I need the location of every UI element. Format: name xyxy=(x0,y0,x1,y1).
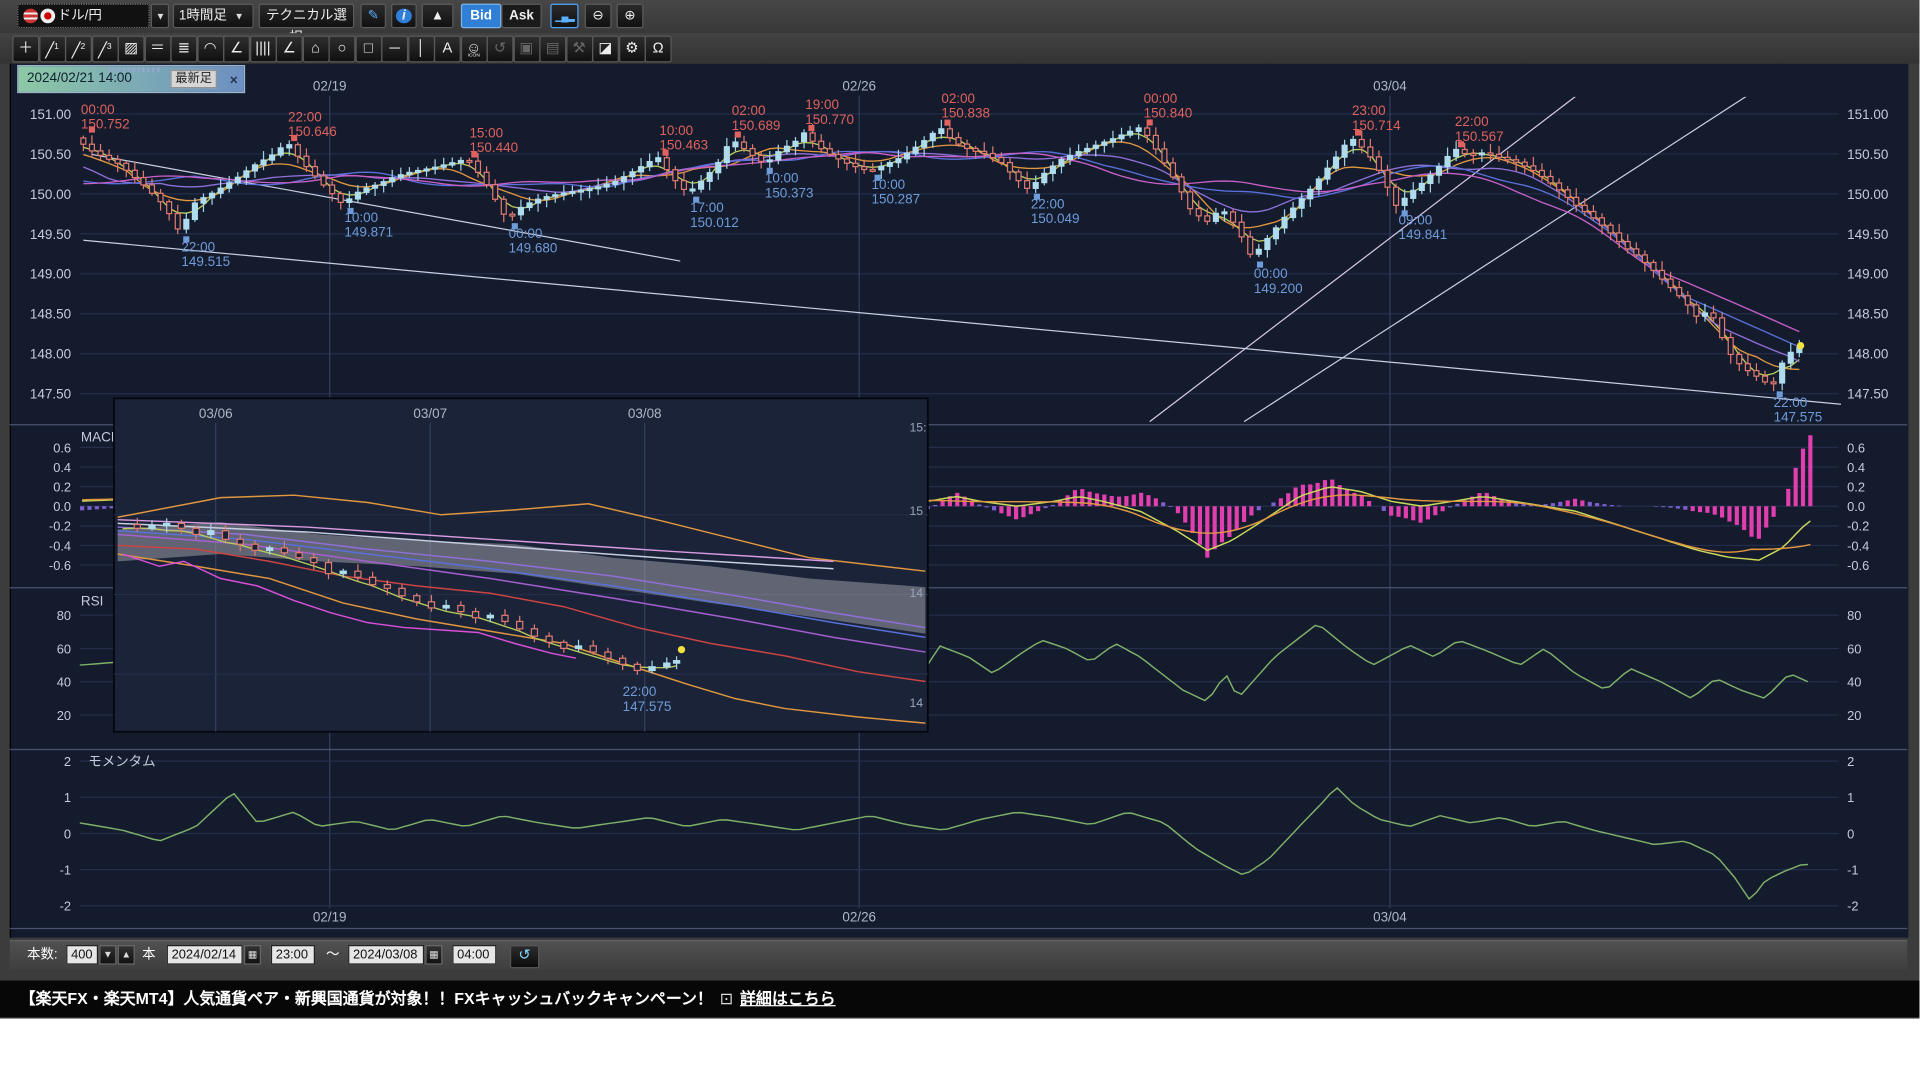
campaign-text: 【楽天FX・楽天MT4】人気通貨ペア・新興国通貨が対象！！FXキャッシュバックキ… xyxy=(20,989,713,1007)
tool-crosshair[interactable]: ＋ xyxy=(12,36,39,63)
tool-history[interactable]: ↺ xyxy=(487,36,514,63)
tool-horizontal-line[interactable]: ─ xyxy=(381,36,408,63)
tool-vertical-line[interactable]: │ xyxy=(408,36,435,63)
chevron-down-icon: ▼ xyxy=(152,11,169,22)
bid-label: Bid xyxy=(470,9,492,24)
date-from-field[interactable]: 2024/02/14 xyxy=(167,945,243,965)
currency-pair-selector[interactable]: ドル/円 xyxy=(17,4,149,29)
calendar-icon: ▦ xyxy=(429,949,438,960)
zoom-out-icon: ⊖ xyxy=(592,9,603,24)
ask-label: Ask xyxy=(509,9,534,24)
tool-multi-h-lines[interactable]: ≣ xyxy=(170,36,197,63)
calendar-from-button[interactable]: ▦ xyxy=(244,945,261,965)
tool-trendline-2[interactable]: ╱2 xyxy=(65,36,92,63)
bid-toggle-button[interactable]: Bid xyxy=(461,4,501,29)
campaign-detail-link[interactable]: 詳細はこちら xyxy=(740,989,836,1007)
zoom-in-icon: ⊕ xyxy=(624,9,635,24)
jp-flag-icon xyxy=(40,9,55,24)
pair-dropdown-button[interactable]: ▼ xyxy=(151,4,169,29)
tool-rectangle[interactable]: □ xyxy=(355,36,382,63)
external-window-icon: ⊡ xyxy=(717,989,735,1007)
chevron-down-icon: ▼ xyxy=(231,11,248,22)
date-to-field[interactable]: 2024/03/08 xyxy=(348,945,424,965)
info-icon: i xyxy=(396,9,412,24)
ask-toggle-button[interactable]: Ask xyxy=(501,4,541,29)
tool-parallel-lines[interactable]: ＝ xyxy=(144,36,171,63)
tool-trendline-3[interactable]: ╱3 xyxy=(91,36,118,63)
tool-text[interactable]: A xyxy=(434,36,461,63)
unit-label: 本 xyxy=(142,945,155,965)
tool-vertical-grid[interactable]: |||| xyxy=(249,36,276,63)
time-to-field[interactable]: 04:00 xyxy=(452,945,496,965)
tool-object-list[interactable]: ⚙ xyxy=(618,36,645,63)
count-increase-button[interactable]: ▲ xyxy=(118,945,135,965)
pencil-icon: ✎ xyxy=(368,9,379,24)
tool-wrench[interactable]: ⚒ xyxy=(566,36,593,63)
main-toolbar: ドル/円 ▼ 1時間足 ▼ テクニカル選択 ▼ ✎ i ▲ Bid Ask ▁▄… xyxy=(0,0,1919,33)
draw-pencil-button[interactable]: ✎ xyxy=(360,4,386,29)
currency-pair-label: ドル/円 xyxy=(58,5,102,27)
tool-trendline-1[interactable]: ╱1 xyxy=(39,36,66,63)
tool-pentagon[interactable]: ⌂ xyxy=(302,36,329,63)
tool-ruler[interactable]: ▨ xyxy=(118,36,145,63)
bar-chart-icon: ▁▄▂ xyxy=(555,11,573,22)
chart-type-button[interactable]: ▁▄▂ xyxy=(550,4,578,29)
count-decrease-button[interactable]: ▼ xyxy=(99,945,116,965)
timeframe-selector[interactable]: 1時間足 ▼ xyxy=(173,4,254,29)
bar-count-input[interactable]: 400 xyxy=(66,945,98,965)
tool-gann-fan[interactable]: ∠ xyxy=(276,36,303,63)
tool-icon-stamp[interactable]: ☺ICON xyxy=(460,36,487,63)
tool-fan-lines[interactable]: ∠ xyxy=(223,36,250,63)
tab-datetime-label: 2024/02/21 14:00 xyxy=(27,71,132,86)
bar-count-label: 本数: xyxy=(27,945,58,965)
chart-window[interactable] xyxy=(10,64,1909,938)
tool-fibonacci-arc[interactable]: ◠ xyxy=(197,36,224,63)
tool-copy[interactable]: ▣ xyxy=(513,36,540,63)
calendar-icon: ▦ xyxy=(248,949,257,960)
range-separator: ～ xyxy=(326,945,339,965)
zoom-out-button[interactable]: ⊖ xyxy=(585,4,612,29)
reload-button[interactable]: ↺ xyxy=(510,945,539,968)
drawing-toolbar: ＋╱1╱2╱3▨＝≣◠∠||||∠⌂○□─│A☺ICON↺▣▤⚒◪⚙Ω xyxy=(0,33,1919,64)
mountain-icon: ▲ xyxy=(431,9,444,24)
technical-indicator-selector[interactable]: テクニカル選択 ▼ xyxy=(259,4,355,29)
chart-style-button[interactable]: ▲ xyxy=(422,4,454,29)
tab-drag-handle[interactable] xyxy=(108,67,162,72)
info-button[interactable]: i xyxy=(391,4,417,29)
latest-bar-badge: 最新足 xyxy=(170,70,217,88)
calendar-to-button[interactable]: ▦ xyxy=(425,945,442,965)
range-control-bar: 本数: 400 ▼ ▲ 本 2024/02/14 ▦ 23:00 ～ 2024/… xyxy=(10,940,1907,969)
timeframe-label: 1時間足 xyxy=(179,9,227,24)
zoom-in-button[interactable]: ⊕ xyxy=(617,4,644,29)
time-from-field[interactable]: 23:00 xyxy=(271,945,315,965)
tab-close-icon[interactable]: × xyxy=(230,69,238,95)
tool-magnet[interactable]: Ω xyxy=(645,36,672,63)
fx-chart-application: ドル/円 ▼ 1時間足 ▼ テクニカル選択 ▼ ✎ i ▲ Bid Ask ▁▄… xyxy=(0,0,1919,1019)
tool-paste[interactable]: ▤ xyxy=(539,36,566,63)
tool-ellipse[interactable]: ○ xyxy=(328,36,355,63)
reload-icon: ↺ xyxy=(518,946,530,963)
us-flag-icon xyxy=(23,9,38,24)
campaign-banner[interactable]: 【楽天FX・楽天MT4】人気通貨ペア・新興国通貨が対象！！FXキャッシュバックキ… xyxy=(0,981,1919,1018)
tool-eraser[interactable]: ◪ xyxy=(592,36,619,63)
